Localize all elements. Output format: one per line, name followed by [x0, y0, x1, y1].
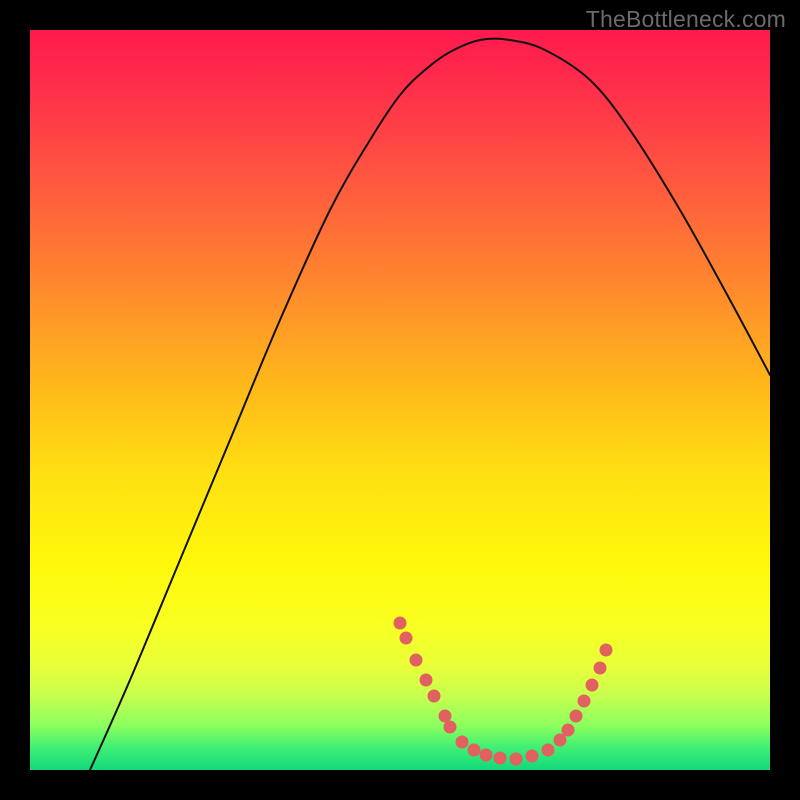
highlight-dot — [570, 710, 582, 722]
highlight-dot — [400, 632, 412, 644]
highlight-dot — [468, 744, 480, 756]
highlight-dot — [554, 734, 566, 746]
highlight-dot — [410, 654, 422, 666]
highlight-dots-right — [554, 644, 612, 746]
highlight-dot — [444, 721, 456, 733]
highlight-dot — [480, 749, 492, 761]
chart-frame: TheBottleneck.com — [0, 0, 800, 800]
bottleneck-curve-svg — [30, 30, 770, 770]
highlight-dot — [526, 750, 538, 762]
highlight-dot — [510, 753, 522, 765]
highlight-dots-bottom — [456, 736, 554, 765]
bottleneck-curve — [90, 39, 770, 770]
highlight-dot — [456, 736, 468, 748]
highlight-dots-left — [394, 617, 456, 733]
plot-area — [30, 30, 770, 770]
highlight-dot — [439, 710, 451, 722]
highlight-dot — [586, 679, 598, 691]
highlight-dot — [578, 695, 590, 707]
highlight-dot — [594, 662, 606, 674]
highlight-dot — [494, 752, 506, 764]
highlight-dot — [600, 644, 612, 656]
highlight-dot — [542, 744, 554, 756]
watermark-text: TheBottleneck.com — [586, 6, 786, 33]
highlight-dot — [394, 617, 406, 629]
highlight-dot — [562, 724, 574, 736]
highlight-dot — [428, 690, 440, 702]
highlight-dot — [420, 674, 432, 686]
